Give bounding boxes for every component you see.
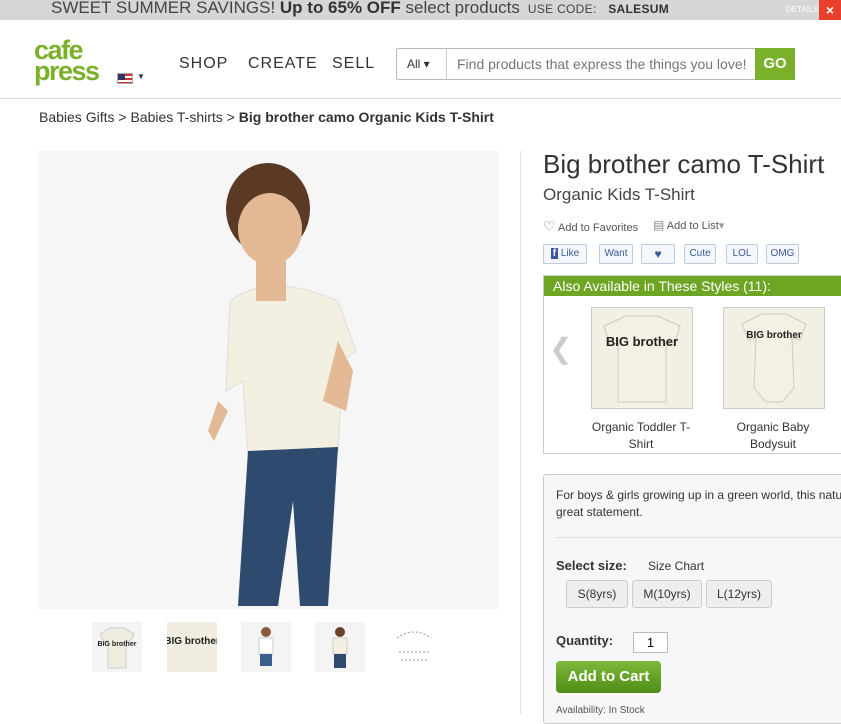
product-thumbnail[interactable]: BIG brother <box>92 622 142 672</box>
breadcrumb-current: Big brother camo Organic Kids T-Shirt <box>238 109 494 125</box>
promo-banner[interactable]: SWEET SUMMER SAVINGS! Up to 65% OFF sele… <box>0 0 841 20</box>
column-divider <box>520 151 521 714</box>
product-title: Big brother camo T-Shirt <box>543 149 825 179</box>
quantity-label: Quantity: <box>556 633 614 648</box>
style-item-label[interactable]: Organic Baby Bodysuit <box>718 419 828 453</box>
search-go-button[interactable]: GO <box>755 48 795 80</box>
style-item-image[interactable]: BIG brother <box>591 307 693 409</box>
carousel-prev-icon[interactable]: ❮ <box>549 332 572 365</box>
product-thumbnail[interactable] <box>315 622 365 672</box>
add-to-favorites-link[interactable]: ♡ Add to Favorites <box>543 218 638 235</box>
promo-close-button[interactable]: × <box>819 0 841 20</box>
style-print-text: BIG brother <box>606 334 678 349</box>
search-box: All ▾ <box>396 48 756 80</box>
add-to-list-link[interactable]: ▤ Add to List▾ <box>653 218 724 232</box>
nav-create[interactable]: CREATE <box>248 55 318 73</box>
breadcrumb-link[interactable]: Babies T-shirts <box>130 109 222 125</box>
heart-icon: ♡ <box>543 218 556 234</box>
search-input[interactable] <box>449 49 755 79</box>
add-to-cart-button[interactable]: Add to Cart <box>556 661 661 693</box>
style-item-label[interactable]: Organic Toddler T-Shirt <box>586 419 696 453</box>
breadcrumb: Babies Gifts > Babies T-shirts > Big bro… <box>39 109 494 125</box>
lol-button[interactable]: LOL <box>726 244 758 264</box>
love-button[interactable]: ♥ <box>641 244 675 264</box>
cute-button[interactable]: Cute <box>684 244 716 264</box>
promo-text: SWEET SUMMER SAVINGS! Up to 65% OFF sele… <box>51 0 670 17</box>
product-description: For boys & girls growing up in a green w… <box>556 488 841 519</box>
promo-details-link[interactable]: DETAILS <box>786 1 819 19</box>
chevron-down-icon[interactable]: ▼ <box>137 72 145 81</box>
cafepress-logo[interactable]: cafe press <box>34 37 112 90</box>
thumbnail-print-text: BIG brother <box>98 641 137 648</box>
style-print-text: BIG brother <box>746 330 802 341</box>
product-thumbnail[interactable]: BIG brother <box>164 622 220 672</box>
chevron-down-icon: ▾ <box>718 220 725 232</box>
product-subtitle: Organic Kids T-Shirt <box>543 185 695 204</box>
select-size-label: Select size: <box>556 558 627 573</box>
availability-text: Availability: In Stock <box>556 705 645 716</box>
main-product-image[interactable] <box>38 151 499 609</box>
styles-heading: Also Available in These Styles (11): <box>544 276 841 296</box>
size-option-s[interactable]: S(8yrs) <box>566 580 628 608</box>
facebook-like-button[interactable]: f Like <box>543 244 587 264</box>
nav-shop[interactable]: SHOP <box>179 55 228 73</box>
facebook-icon: f <box>550 248 559 259</box>
thumbnail-print-text: BIG brother <box>167 636 217 647</box>
want-button[interactable]: Want <box>599 244 633 264</box>
breadcrumb-link[interactable]: Babies Gifts <box>39 109 114 125</box>
heart-icon: ♥ <box>654 247 662 261</box>
omg-button[interactable]: OMG <box>766 244 799 264</box>
quantity-input[interactable] <box>633 632 668 653</box>
product-thumbnail[interactable] <box>241 622 291 672</box>
search-category-select[interactable]: All ▾ <box>397 49 447 79</box>
size-option-m[interactable]: M(10yrs) <box>632 580 702 608</box>
us-flag-icon[interactable] <box>117 73 133 84</box>
style-item-image[interactable]: BIG brother <box>723 307 825 409</box>
purchase-panel: For boys & girls growing up in a green w… <box>543 474 841 724</box>
header: cafepress ▼ SHOP CREATE SELL All ▾ GO <box>0 20 841 99</box>
size-option-l[interactable]: L(12yrs) <box>706 580 772 608</box>
list-icon: ▤ <box>653 218 665 232</box>
divider <box>556 537 841 538</box>
available-styles-panel: Also Available in These Styles (11): ❮ B… <box>543 275 841 454</box>
size-chart-link[interactable]: Size Chart <box>648 559 704 573</box>
nav-sell[interactable]: SELL <box>332 55 375 73</box>
product-thumbnail[interactable] <box>389 622 439 672</box>
